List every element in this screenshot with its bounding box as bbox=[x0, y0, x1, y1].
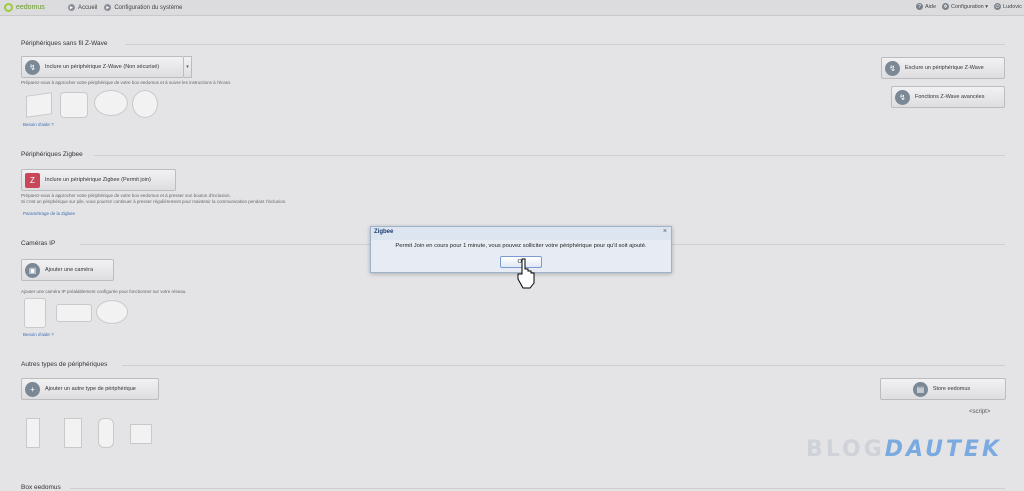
include-zigbee-button[interactable]: Z Inclure un périphérique Zigbee (Permit… bbox=[21, 169, 176, 191]
zwave-icon: ↯ bbox=[895, 89, 910, 105]
camera-device-image bbox=[24, 298, 46, 328]
add-camera-button[interactable]: ▣ Ajouter une caméra bbox=[21, 259, 114, 281]
store-icon: ▤ bbox=[912, 381, 928, 397]
exclude-zwave-label: Exclure un périphérique Z-Wave bbox=[905, 65, 984, 71]
logo-text: eedomus bbox=[16, 4, 45, 11]
sensor-device-image bbox=[64, 418, 82, 448]
zwave-device-image bbox=[60, 92, 88, 118]
include-zwave-dropdown[interactable]: ▾ bbox=[184, 56, 192, 78]
zwave-description: Préparez-vous à approcher votre périphér… bbox=[21, 80, 232, 85]
zwave-section-title: Périphériques sans fil Z-Wave bbox=[21, 40, 108, 47]
section-divider bbox=[70, 488, 1005, 489]
configuration-label: Configuration bbox=[951, 3, 984, 10]
breadcrumb: ► Accueil ► Configuration du système bbox=[68, 4, 182, 11]
camera-device-image bbox=[96, 300, 128, 324]
other-section-title: Autres types de périphériques bbox=[21, 361, 108, 368]
exclude-zwave-button[interactable]: ↯ Exclure un périphérique Z-Wave bbox=[881, 57, 1005, 79]
include-zwave-button[interactable]: ↯ Inclure un périphérique Z-Wave (Non sé… bbox=[21, 56, 184, 78]
zigbee-section-title: Périphériques Zigbee bbox=[21, 151, 83, 158]
arrow-right-icon: ► bbox=[68, 4, 75, 11]
zwave-icon: ↯ bbox=[885, 60, 900, 76]
zwave-device-image bbox=[94, 90, 128, 116]
section-divider bbox=[122, 365, 1005, 366]
breadcrumb-home[interactable]: Accueil bbox=[78, 5, 97, 11]
camera-icon: ▣ bbox=[25, 262, 40, 278]
cameras-section-title: Caméras IP bbox=[21, 240, 56, 247]
watermark-part1: BLOG bbox=[806, 437, 885, 462]
zigbee-settings-link[interactable]: Paramétrage de la Zigbee bbox=[23, 211, 75, 216]
breadcrumb-config[interactable]: Configuration du système bbox=[114, 5, 182, 11]
box-section-title: Box eedomus bbox=[21, 484, 61, 491]
arrow-right-icon: ► bbox=[104, 4, 112, 11]
top-navigation-bar: eedomus ► Accueil ► Configuration du sys… bbox=[0, 0, 1024, 16]
zwave-icon: ↯ bbox=[25, 59, 40, 75]
camera-device-image bbox=[56, 304, 92, 322]
zigbee-icon: Z bbox=[25, 172, 40, 188]
zwave-device-image bbox=[26, 92, 52, 118]
dialog-title: Zigbee bbox=[374, 229, 394, 235]
store-eedomus-button[interactable]: ▤ Store eedomus bbox=[880, 378, 1006, 400]
zwave-device-image bbox=[132, 90, 158, 118]
help-link[interactable]: ? Aide bbox=[916, 3, 936, 10]
cameras-help-link[interactable]: Besoin d'aide ? bbox=[23, 332, 54, 337]
store-eedomus-label: Store eedomus bbox=[932, 386, 971, 392]
sensor-device-image bbox=[130, 424, 152, 444]
plus-icon: + bbox=[25, 381, 40, 397]
top-right-menu: ? Aide ✲ Configuration ▾ ⏻ Ludovic bbox=[916, 3, 1022, 10]
add-other-device-button[interactable]: + Ajouter un autre type de périphérique bbox=[21, 378, 159, 400]
configuration-menu[interactable]: ✲ Configuration ▾ bbox=[942, 3, 988, 10]
add-camera-label: Ajouter une caméra bbox=[45, 267, 93, 273]
include-zigbee-label: Inclure un périphérique Zigbee (Permit j… bbox=[45, 177, 151, 183]
watermark: BLOGDAUTEK bbox=[806, 437, 1002, 462]
cameras-description: Ajouter une caméra IP préalablement conf… bbox=[21, 289, 187, 294]
help-icon: ? bbox=[916, 3, 923, 10]
add-other-device-label: Ajouter un autre type de périphérique bbox=[45, 386, 136, 392]
eedomus-logo[interactable]: eedomus bbox=[4, 3, 62, 12]
eedomus-logo-icon bbox=[4, 3, 13, 12]
close-icon[interactable]: × bbox=[663, 228, 667, 235]
zigbee-description: Préparez-vous à approcher votre périphér… bbox=[21, 193, 286, 205]
section-divider bbox=[125, 44, 1005, 45]
zwave-help-link[interactable]: Besoin d'aide ? bbox=[23, 122, 54, 127]
zwave-advanced-button[interactable]: ↯ Fonctions Z-Wave avancées bbox=[891, 86, 1005, 108]
user-menu[interactable]: ⏻ Ludovic bbox=[994, 3, 1022, 10]
hand-cursor-icon bbox=[517, 258, 535, 289]
help-label: Aide bbox=[925, 3, 937, 10]
dialog-message: Permit Join en cours pour 1 minute, vous… bbox=[395, 243, 647, 249]
include-zwave-label: Inclure un périphérique Z-Wave (Non sécu… bbox=[45, 64, 160, 70]
user-label: Ludovic bbox=[1003, 3, 1022, 10]
sensor-device-image bbox=[98, 418, 114, 448]
watermark-part2: DAUTEK bbox=[884, 437, 1003, 462]
sensor-device-image bbox=[26, 418, 40, 448]
zigbee-description-line: Si c'est un périphérique sur pile, vous … bbox=[21, 198, 287, 204]
power-icon: ⏻ bbox=[994, 3, 1002, 10]
section-divider bbox=[94, 155, 1005, 156]
watermark-script-tag: <script> bbox=[969, 409, 991, 415]
gear-icon: ✲ bbox=[942, 3, 950, 10]
zwave-advanced-label: Fonctions Z-Wave avancées bbox=[915, 94, 985, 100]
